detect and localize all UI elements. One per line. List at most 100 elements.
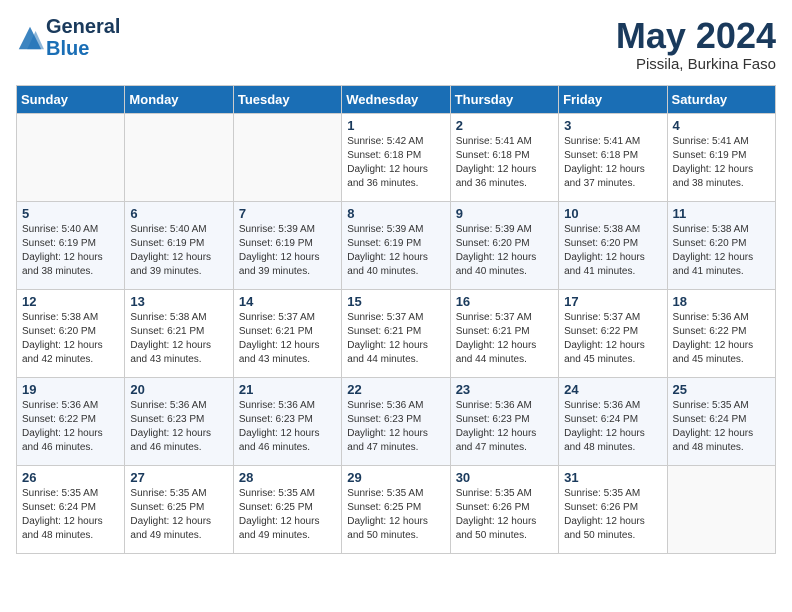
day-number: 27 [130,470,227,485]
day-info: Sunrise: 5:35 AMSunset: 6:24 PMDaylight:… [22,487,119,543]
day-number: 23 [456,382,553,397]
calendar-week-4: 19 Sunrise: 5:36 AMSunset: 6:22 PMDayligh… [17,377,776,465]
calendar-cell: 27 Sunrise: 5:35 AMSunset: 6:25 PMDayligh… [125,465,233,553]
page-header: General Blue May 2024 Pissila, Burkina F… [16,16,776,73]
day-number: 10 [564,206,661,221]
calendar-cell: 7 Sunrise: 5:39 AMSunset: 6:19 PMDaylight… [233,201,341,289]
calendar-cell [17,113,125,201]
calendar-cell: 3 Sunrise: 5:41 AMSunset: 6:18 PMDaylight… [559,113,667,201]
calendar-cell: 8 Sunrise: 5:39 AMSunset: 6:19 PMDaylight… [342,201,450,289]
day-info: Sunrise: 5:35 AMSunset: 6:24 PMDaylight:… [673,399,770,455]
day-info: Sunrise: 5:37 AMSunset: 6:21 PMDaylight:… [347,311,444,367]
calendar-cell: 9 Sunrise: 5:39 AMSunset: 6:20 PMDaylight… [450,201,558,289]
calendar-cell: 17 Sunrise: 5:37 AMSunset: 6:22 PMDayligh… [559,289,667,377]
calendar-week-1: 1 Sunrise: 5:42 AMSunset: 6:18 PMDaylight… [17,113,776,201]
weekday-header-friday: Friday [559,85,667,113]
day-number: 21 [239,382,336,397]
day-info: Sunrise: 5:37 AMSunset: 6:21 PMDaylight:… [456,311,553,367]
day-number: 26 [22,470,119,485]
day-info: Sunrise: 5:38 AMSunset: 6:21 PMDaylight:… [130,311,227,367]
day-info: Sunrise: 5:40 AMSunset: 6:19 PMDaylight:… [130,223,227,279]
day-number: 16 [456,294,553,309]
calendar-cell: 28Sunrise: 5:35 AMSunset: 6:25 PMDayligh… [233,465,341,553]
day-number: 8 [347,206,444,221]
day-number: 13 [130,294,227,309]
day-number: 14 [239,294,336,309]
calendar-cell: 20 Sunrise: 5:36 AMSunset: 6:23 PMDayligh… [125,377,233,465]
day-number: 30 [456,470,553,485]
day-number: 31 [564,470,661,485]
day-number: 22 [347,382,444,397]
day-number: 15 [347,294,444,309]
day-number: 7 [239,206,336,221]
day-number: 19 [22,382,119,397]
calendar-cell: 12Sunrise: 5:38 AMSunset: 6:20 PMDayligh… [17,289,125,377]
calendar-cell [125,113,233,201]
day-info: Sunrise: 5:35 AMSunset: 6:25 PMDaylight:… [347,487,444,543]
calendar-table: SundayMondayTuesdayWednesdayThursdayFrid… [16,85,776,554]
calendar-week-5: 26 Sunrise: 5:35 AMSunset: 6:24 PMDayligh… [17,465,776,553]
day-info: Sunrise: 5:40 AMSunset: 6:19 PMDaylight:… [22,223,119,279]
calendar-cell: 24 Sunrise: 5:36 AMSunset: 6:24 PMDayligh… [559,377,667,465]
title-block: May 2024 Pissila, Burkina Faso [616,16,776,73]
calendar-cell: 4Sunrise: 5:41 AMSunset: 6:19 PMDaylight… [667,113,775,201]
calendar-cell: 5 Sunrise: 5:40 AMSunset: 6:19 PMDaylight… [17,201,125,289]
day-number: 1 [347,118,444,133]
day-info: Sunrise: 5:41 AMSunset: 6:18 PMDaylight:… [456,135,553,191]
day-info: Sunrise: 5:36 AMSunset: 6:22 PMDaylight:… [22,399,119,455]
calendar-cell: 25 Sunrise: 5:35 AMSunset: 6:24 PMDayligh… [667,377,775,465]
logo-general: General [46,16,120,38]
day-number: 18 [673,294,770,309]
day-info: Sunrise: 5:36 AMSunset: 6:23 PMDaylight:… [239,399,336,455]
calendar-week-2: 5 Sunrise: 5:40 AMSunset: 6:19 PMDaylight… [17,201,776,289]
day-info: Sunrise: 5:39 AMSunset: 6:19 PMDaylight:… [347,223,444,279]
day-info: Sunrise: 5:35 AMSunset: 6:25 PMDaylight:… [130,487,227,543]
weekday-header-monday: Monday [125,85,233,113]
calendar-cell: 22Sunrise: 5:36 AMSunset: 6:23 PMDayligh… [342,377,450,465]
logo-icon [16,24,44,52]
calendar-cell: 10 Sunrise: 5:38 AMSunset: 6:20 PMDayligh… [559,201,667,289]
day-info: Sunrise: 5:35 AMSunset: 6:25 PMDaylight:… [239,487,336,543]
day-info: Sunrise: 5:39 AMSunset: 6:19 PMDaylight:… [239,223,336,279]
calendar-cell: 11 Sunrise: 5:38 AMSunset: 6:20 PMDayligh… [667,201,775,289]
day-info: Sunrise: 5:37 AMSunset: 6:22 PMDaylight:… [564,311,661,367]
calendar-cell: 19 Sunrise: 5:36 AMSunset: 6:22 PMDayligh… [17,377,125,465]
calendar-body: 1 Sunrise: 5:42 AMSunset: 6:18 PMDaylight… [17,113,776,553]
day-number: 11 [673,206,770,221]
day-number: 2 [456,118,553,133]
day-info: Sunrise: 5:38 AMSunset: 6:20 PMDaylight:… [22,311,119,367]
logo-blue: Blue [46,38,120,60]
day-info: Sunrise: 5:38 AMSunset: 6:20 PMDaylight:… [673,223,770,279]
day-number: 5 [22,206,119,221]
day-info: Sunrise: 5:39 AMSunset: 6:20 PMDaylight:… [456,223,553,279]
weekday-header-thursday: Thursday [450,85,558,113]
calendar-cell [667,465,775,553]
calendar-cell: 6 Sunrise: 5:40 AMSunset: 6:19 PMDaylight… [125,201,233,289]
day-number: 17 [564,294,661,309]
day-number: 29 [347,470,444,485]
day-number: 20 [130,382,227,397]
day-info: Sunrise: 5:42 AMSunset: 6:18 PMDaylight:… [347,135,444,191]
day-number: 3 [564,118,661,133]
weekday-header-row: SundayMondayTuesdayWednesdayThursdayFrid… [17,85,776,113]
day-number: 6 [130,206,227,221]
calendar-cell: 1 Sunrise: 5:42 AMSunset: 6:18 PMDaylight… [342,113,450,201]
day-info: Sunrise: 5:41 AMSunset: 6:19 PMDaylight:… [673,135,770,191]
day-info: Sunrise: 5:41 AMSunset: 6:18 PMDaylight:… [564,135,661,191]
calendar-cell: 31Sunrise: 5:35 AMSunset: 6:26 PMDayligh… [559,465,667,553]
calendar-cell: 30 Sunrise: 5:35 AMSunset: 6:26 PMDayligh… [450,465,558,553]
calendar-week-3: 12Sunrise: 5:38 AMSunset: 6:20 PMDayligh… [17,289,776,377]
day-number: 9 [456,206,553,221]
day-info: Sunrise: 5:36 AMSunset: 6:24 PMDaylight:… [564,399,661,455]
logo: General Blue [16,16,120,60]
day-info: Sunrise: 5:35 AMSunset: 6:26 PMDaylight:… [456,487,553,543]
day-info: Sunrise: 5:36 AMSunset: 6:23 PMDaylight:… [130,399,227,455]
day-number: 24 [564,382,661,397]
day-number: 25 [673,382,770,397]
weekday-header-tuesday: Tuesday [233,85,341,113]
calendar-cell: 2 Sunrise: 5:41 AMSunset: 6:18 PMDaylight… [450,113,558,201]
calendar-cell: 14Sunrise: 5:37 AMSunset: 6:21 PMDayligh… [233,289,341,377]
calendar-cell: 15 Sunrise: 5:37 AMSunset: 6:21 PMDayligh… [342,289,450,377]
calendar-cell: 13 Sunrise: 5:38 AMSunset: 6:21 PMDayligh… [125,289,233,377]
day-info: Sunrise: 5:38 AMSunset: 6:20 PMDaylight:… [564,223,661,279]
